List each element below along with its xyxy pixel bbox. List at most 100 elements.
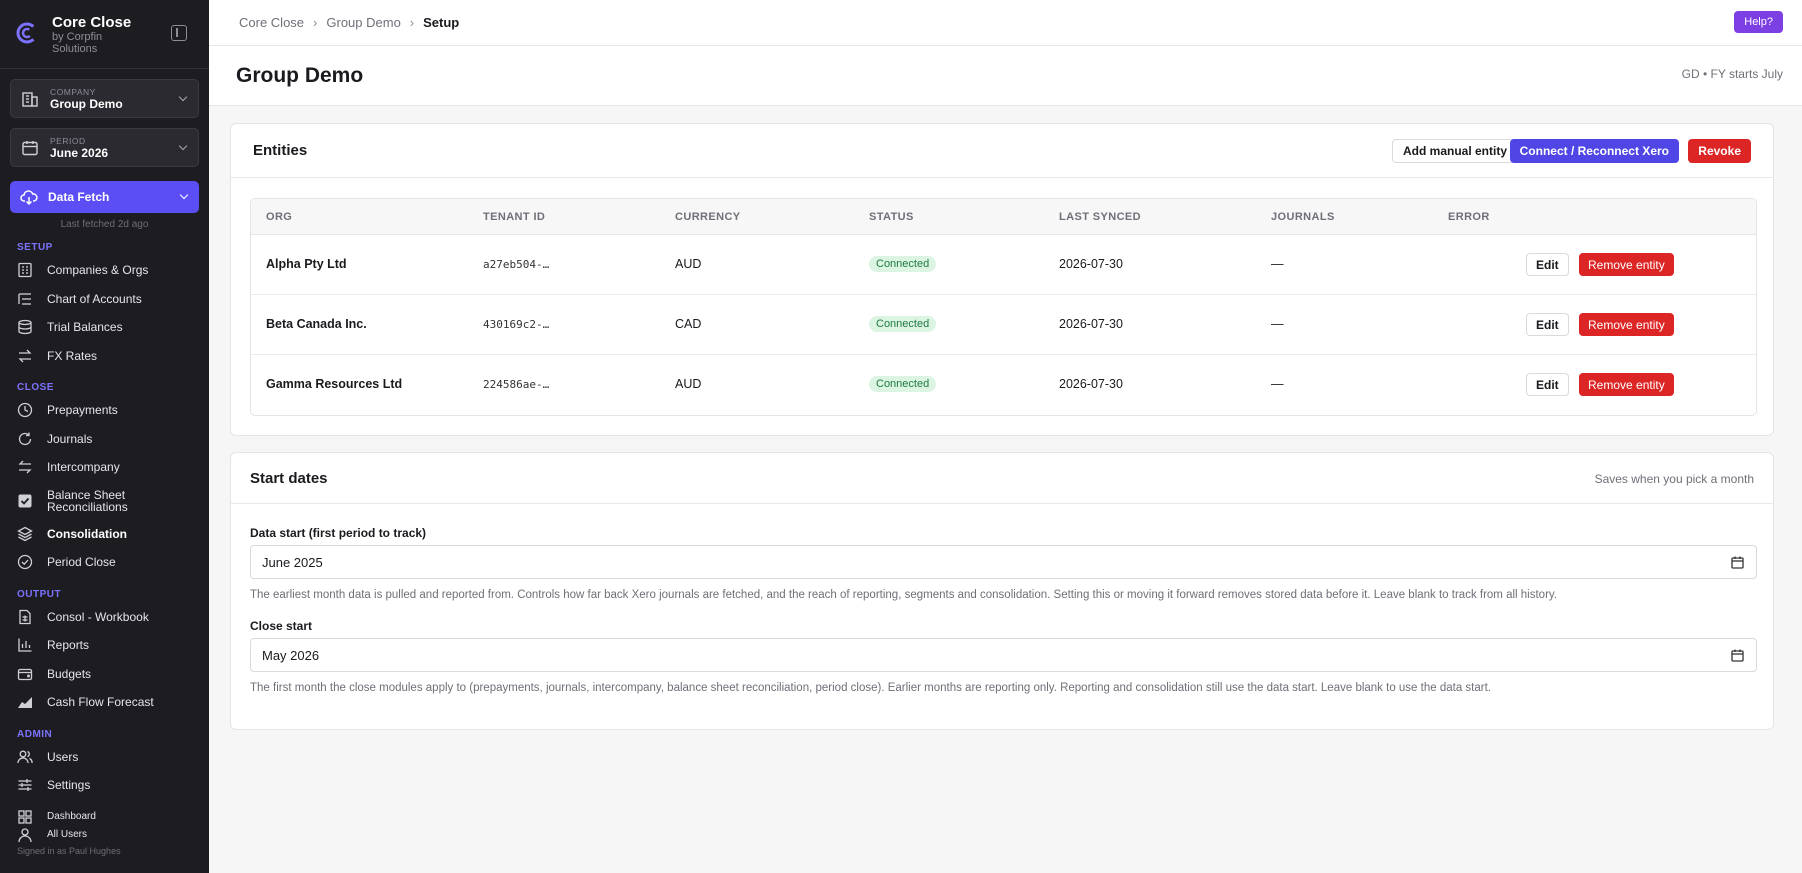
nav-label: Cash Flow Forecast — [47, 695, 154, 710]
remove-entity-button[interactable]: Remove entity — [1579, 373, 1674, 396]
column-journals: JOURNALS — [1271, 211, 1335, 223]
calendar-icon[interactable] — [1731, 649, 1744, 662]
revoke-button[interactable]: Revoke — [1688, 139, 1751, 163]
last-synced: 2026-07-30 — [1059, 377, 1123, 391]
arrows-exchange-icon — [18, 349, 32, 363]
list-tree-icon — [18, 293, 31, 305]
nav-label: Journals — [47, 431, 93, 446]
nav-settings[interactable]: Settings — [0, 771, 209, 800]
page-title: Group Demo — [236, 64, 364, 87]
nav-dashboard[interactable]: Dashboard — [0, 808, 209, 826]
calendar-icon[interactable] — [1731, 556, 1744, 569]
last-fetched-text: Last fetched 2d ago — [60, 219, 149, 230]
entities-table: ORG TENANT ID CURRENCY STATUS LAST SYNCE… — [250, 198, 1757, 416]
entities-header: Entities Add manual entity Connect / Rec… — [231, 124, 1773, 178]
nav-label: Reconciliations — [47, 499, 128, 514]
data-fetch-button[interactable]: Data Fetch — [10, 181, 199, 213]
nav-prepayments[interactable]: Prepayments — [0, 396, 209, 425]
users-icon — [17, 750, 33, 763]
status-badge: Connected — [869, 256, 937, 272]
column-status: STATUS — [869, 211, 914, 223]
entities-title: Entities — [253, 142, 308, 159]
start-dates-card: Start dates Saves when you pick a month … — [230, 452, 1774, 730]
table-header: ORG TENANT ID CURRENCY STATUS LAST SYNCE… — [251, 199, 1756, 235]
org-name: Alpha Pty Ltd — [266, 257, 347, 271]
tenant-id: a27eb504-… — [483, 258, 550, 271]
chevron-down-icon — [179, 190, 189, 200]
nav-reports[interactable]: Reports — [0, 631, 209, 660]
status-badge: Connected — [869, 376, 937, 392]
nav-balance-sheet-reconciliations[interactable]: Balance Sheet Reconciliations — [0, 482, 209, 520]
breadcrumb-group-demo[interactable]: Group Demo — [326, 15, 400, 30]
nav-label: Reports — [47, 638, 90, 653]
database-icon — [18, 320, 32, 335]
currency: AUD — [675, 377, 702, 391]
column-org: ORG — [266, 211, 293, 223]
nav-label: Consolidation — [47, 526, 127, 541]
company-selector[interactable]: COMPANY Group Demo — [10, 79, 199, 118]
edit-button[interactable]: Edit — [1526, 253, 1569, 276]
nav-intercompany[interactable]: Intercompany — [0, 453, 209, 482]
nav-label: Balance Sheet — [47, 487, 126, 502]
check-circle-icon — [17, 555, 33, 570]
start-dates-title: Start dates — [250, 470, 328, 487]
connect-xero-button[interactable]: Connect / Reconnect Xero — [1509, 139, 1679, 163]
nav-journals[interactable]: Journals — [0, 425, 209, 454]
refresh-icon — [18, 432, 32, 445]
logo-icon — [16, 22, 38, 44]
breadcrumb-core-close[interactable]: Core Close — [239, 15, 304, 30]
layers-icon — [17, 526, 33, 541]
nav-trial-balances[interactable]: Trial Balances — [0, 313, 209, 342]
nav-fx-rates[interactable]: FX Rates — [0, 342, 209, 371]
help-button[interactable]: Help? — [1734, 11, 1783, 33]
nav-label: Trial Balances — [47, 320, 123, 335]
entities-card: Entities Add manual entity Connect / Rec… — [230, 123, 1774, 436]
add-manual-entity-button[interactable]: Add manual entity — [1391, 139, 1518, 163]
collapse-sidebar-icon[interactable] — [171, 25, 187, 41]
nav-label: Companies & Orgs — [47, 263, 149, 278]
nav-cash-flow-forecast[interactable]: Cash Flow Forecast — [0, 688, 209, 717]
org-name: Beta Canada Inc. — [266, 317, 367, 331]
nav-consol-workbook[interactable]: Consol - Workbook — [0, 603, 209, 632]
company-value: Group Demo — [50, 96, 123, 111]
nav-label: Budgets — [47, 666, 92, 681]
data-start-field[interactable] — [250, 545, 1757, 579]
data-start-input[interactable] — [251, 546, 1681, 578]
clock-icon — [17, 403, 33, 418]
column-currency: CURRENCY — [675, 211, 741, 223]
page-header: Group Demo GD • FY starts July — [209, 46, 1802, 106]
sidebar: Core Close by Corpfin Solutions COMPANY … — [0, 0, 209, 873]
nav-section-close: CLOSE — [17, 382, 54, 393]
bar-chart-icon — [18, 638, 32, 652]
period-value: June 2026 — [50, 145, 109, 160]
close-start-input[interactable] — [251, 639, 1681, 671]
start-dates-header: Start dates Saves when you pick a month — [231, 453, 1773, 504]
nav-users[interactable]: Users — [0, 743, 209, 772]
nav-label: FX Rates — [47, 348, 98, 363]
nav-budgets[interactable]: Budgets — [0, 660, 209, 689]
sliders-icon — [18, 779, 32, 792]
app-subtitle-1: by Corpfin — [52, 31, 103, 43]
remove-entity-button[interactable]: Remove entity — [1579, 313, 1674, 336]
status-badge: Connected — [869, 316, 937, 332]
column-last-synced: LAST SYNCED — [1059, 211, 1142, 223]
nav-label: Users — [47, 749, 79, 764]
data-start-help: The earliest month data is pulled and re… — [250, 589, 1557, 601]
breadcrumb-separator-icon: › — [409, 15, 415, 30]
app-subtitle-2: Solutions — [52, 43, 98, 55]
nav-companies-orgs[interactable]: Companies & Orgs — [0, 256, 209, 285]
nav-label: Chart of Accounts — [47, 291, 142, 306]
edit-button[interactable]: Edit — [1526, 373, 1569, 396]
remove-entity-button[interactable]: Remove entity — [1579, 253, 1674, 276]
close-start-field[interactable] — [250, 638, 1757, 672]
edit-button[interactable]: Edit — [1526, 313, 1569, 336]
nav-label: Intercompany — [47, 460, 120, 475]
nav-all-users[interactable]: All Users — [0, 826, 209, 844]
period-selector[interactable]: PERIOD June 2026 — [10, 128, 199, 167]
topbar: Core Close › Group Demo › Setup Help? — [209, 0, 1802, 46]
nav-consolidation[interactable]: Consolidation — [0, 520, 209, 549]
nav-period-close[interactable]: Period Close — [0, 548, 209, 577]
nav-chart-of-accounts[interactable]: Chart of Accounts — [0, 285, 209, 314]
last-synced: 2026-07-30 — [1059, 257, 1123, 271]
nav-label: Period Close — [47, 555, 116, 570]
